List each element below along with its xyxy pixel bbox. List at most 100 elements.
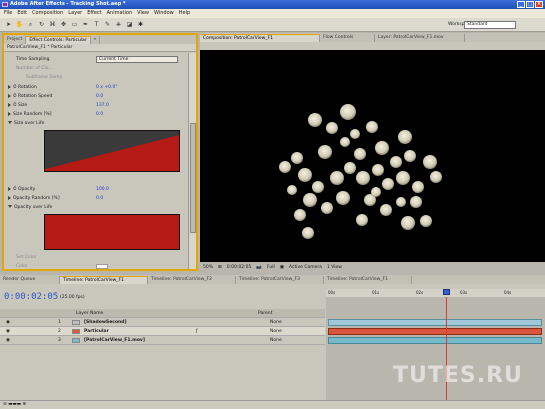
region-of-interest-icon[interactable]: ▣ xyxy=(280,262,284,273)
workspace-dropdown[interactable]: Standard xyxy=(464,21,516,29)
opacity-over-life-graph[interactable] xyxy=(44,214,180,250)
puppet-tool-icon[interactable]: ✱ xyxy=(136,20,145,29)
table-row[interactable]: ◉ 1 [ShadowSecond] None xyxy=(0,318,325,327)
tab-timeline-f3[interactable]: Timeline: PatrolCarView_F3 xyxy=(236,276,324,284)
property-size-over-life[interactable]: Size over Life xyxy=(4,119,190,128)
property-rotation[interactable]: ⏱ Rotation 0 x +0.0° xyxy=(4,83,190,92)
view-layout-dropdown[interactable]: 1 View xyxy=(327,262,342,273)
close-button[interactable]: × xyxy=(535,1,543,8)
pan-behind-tool-icon[interactable]: ✥ xyxy=(59,20,68,29)
collapse-icon[interactable] xyxy=(8,205,12,208)
collapse-icon[interactable] xyxy=(8,121,12,124)
tab-flow-controls[interactable]: Flow Controls xyxy=(320,34,375,42)
hand-tool-icon[interactable]: ✋ xyxy=(15,20,24,29)
expand-icon[interactable] xyxy=(8,93,11,98)
layer-bar-2[interactable] xyxy=(328,328,542,335)
expand-icon[interactable] xyxy=(8,102,11,107)
expand-icon[interactable] xyxy=(8,84,11,89)
selection-tool-icon[interactable]: ➤ xyxy=(4,20,13,29)
timeline-timecode[interactable]: 0:00:02:05 xyxy=(4,292,58,302)
property-opacity-over-life[interactable]: Opacity over Life xyxy=(4,203,190,212)
property-size-random[interactable]: Size Random [%] 0.0 xyxy=(4,110,190,119)
layer-name[interactable]: Particular xyxy=(84,327,109,336)
timeline-zoom-icon[interactable]: ⊖ ▬▬▬ ⊕ xyxy=(3,402,26,407)
menu-animation[interactable]: Animation xyxy=(107,9,133,18)
effect-fx-icon[interactable]: ƒ xyxy=(196,327,198,336)
tab-composition[interactable]: Composition: PatrolCarView_F1 xyxy=(200,34,320,42)
tab-project[interactable]: Project xyxy=(4,36,27,44)
current-time-display[interactable]: 0:00:02:05 xyxy=(227,262,252,273)
zoom-tool-icon[interactable]: ⌕ xyxy=(26,20,35,29)
visibility-eye-icon[interactable]: ◉ xyxy=(6,318,10,327)
layer-label-color[interactable] xyxy=(72,338,80,343)
size-over-life-graph[interactable] xyxy=(44,130,180,172)
menu-layer[interactable]: Layer xyxy=(68,9,82,18)
frame-rate: (25.00 fps) xyxy=(60,295,85,300)
layer-name[interactable]: [ShadowSecond] xyxy=(84,318,127,327)
table-row[interactable]: ◉ 2 Particular ƒ None xyxy=(0,327,325,336)
menu-view[interactable]: View xyxy=(137,9,149,18)
parent-dropdown[interactable]: None xyxy=(270,327,282,336)
layer-bar-3[interactable] xyxy=(328,337,542,344)
visibility-eye-icon[interactable]: ◉ xyxy=(6,336,10,345)
parent-dropdown[interactable]: None xyxy=(270,318,282,327)
property-size[interactable]: ⏱ Size 137.0 xyxy=(4,101,190,110)
camera-tool-icon[interactable]: ⌘ xyxy=(48,20,57,29)
pen-tool-icon[interactable]: ✒ xyxy=(81,20,90,29)
opacity-value[interactable]: 100.0 xyxy=(96,185,109,194)
tab-timeline-f2[interactable]: Timeline: PatrolCarView_F2 xyxy=(148,276,236,284)
rectangle-tool-icon[interactable]: ▭ xyxy=(70,20,79,29)
watermark: TUTES.RU xyxy=(393,363,523,388)
maximize-button[interactable]: □ xyxy=(526,1,534,8)
menu-edit[interactable]: Edit xyxy=(17,9,27,18)
camera-view-dropdown[interactable]: Active Camera xyxy=(289,262,322,273)
menu-window[interactable]: Window xyxy=(154,9,174,18)
menu-composition[interactable]: Composition xyxy=(32,9,63,18)
brush-tool-icon[interactable]: ✎ xyxy=(103,20,112,29)
layer-bar-1[interactable] xyxy=(328,319,542,326)
tab-timeline-f1[interactable]: Timeline: PatrolCarView_F1 xyxy=(60,276,148,284)
table-row[interactable]: ◉ 3 [PatrolCarView_F1.mov] None xyxy=(0,336,325,345)
snapshot-icon[interactable]: 📷 xyxy=(256,262,262,273)
size-value[interactable]: 137.0 xyxy=(96,101,109,110)
composition-viewer[interactable] xyxy=(200,50,545,262)
layer-label-color[interactable] xyxy=(72,320,80,325)
rotation-speed-value[interactable]: 0.0 xyxy=(96,92,103,101)
menu-file[interactable]: File xyxy=(4,9,12,18)
effect-controls-scrollbar[interactable] xyxy=(188,53,196,269)
tab-timeline-f1-b[interactable]: Timeline: PatrolCarView_F1 xyxy=(324,276,412,284)
magnification-dropdown[interactable]: 50% xyxy=(203,262,213,273)
text-tool-icon[interactable]: T xyxy=(92,20,101,29)
time-sampling-dropdown[interactable]: Current Time xyxy=(96,56,178,63)
expand-icon[interactable] xyxy=(8,186,11,191)
tab-layer[interactable]: Layer: PatrolCarView_F1.mov xyxy=(375,34,465,42)
playhead-handle[interactable] xyxy=(443,289,450,295)
expand-icon[interactable] xyxy=(8,195,11,200)
expand-icon[interactable] xyxy=(8,111,11,116)
color-swatch[interactable] xyxy=(96,264,108,269)
property-opacity-random[interactable]: Opacity Random [%] 0.0 xyxy=(4,194,190,203)
scrollbar-thumb[interactable] xyxy=(190,123,196,233)
layer-name[interactable]: [PatrolCarView_F1.mov] xyxy=(84,336,145,345)
minimize-button[interactable]: _ xyxy=(517,1,525,8)
tab-render-queue[interactable]: Render Queue xyxy=(0,276,60,284)
grid-icon[interactable]: ⊞ xyxy=(218,262,222,273)
parent-dropdown[interactable]: None xyxy=(270,336,282,345)
layer-label-color[interactable] xyxy=(72,329,80,334)
clone-stamp-tool-icon[interactable]: ⎈ xyxy=(114,20,123,29)
property-number-of-clones: Number of Clo... xyxy=(16,66,53,71)
tab-overflow[interactable]: » xyxy=(91,36,101,44)
size-random-value[interactable]: 0.0 xyxy=(96,110,103,119)
visibility-eye-icon[interactable]: ◉ xyxy=(6,327,10,336)
opacity-random-value[interactable]: 0.0 xyxy=(96,194,103,203)
eraser-tool-icon[interactable]: ◪ xyxy=(125,20,134,29)
property-opacity[interactable]: ⏱ Opacity 100.0 xyxy=(4,185,190,194)
resolution-dropdown[interactable]: Full xyxy=(267,262,275,273)
tab-effect-controls[interactable]: Effect Controls: Particular xyxy=(26,36,91,44)
menu-effect[interactable]: Effect xyxy=(87,9,101,18)
rotate-tool-icon[interactable]: ↻ xyxy=(37,20,46,29)
rotation-value[interactable]: 0 x +0.0° xyxy=(96,83,118,92)
time-ruler[interactable]: 00s 01s 02s 03s 04s xyxy=(326,289,545,297)
property-rotation-speed[interactable]: ⏱ Rotation Speed 0.0 xyxy=(4,92,190,101)
menu-help[interactable]: Help xyxy=(179,9,190,18)
